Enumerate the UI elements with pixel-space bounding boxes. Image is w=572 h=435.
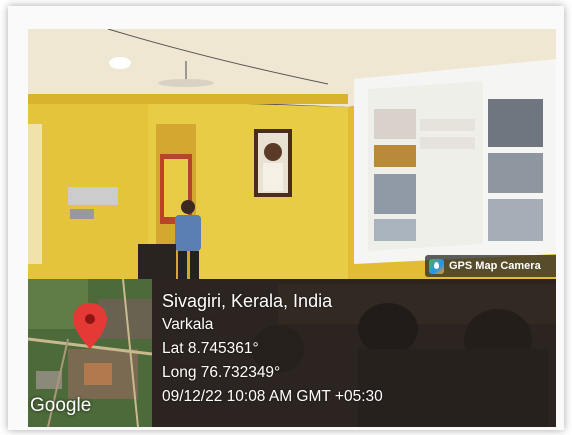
gps-map-camera-badge: GPS Map Camera — [425, 255, 556, 277]
geotagged-photo: GPS Map Camera Google Sivagiri, Kerala, … — [28, 29, 556, 427]
photo-frame: GPS Map Camera Google Sivagiri, Kerala, … — [8, 6, 564, 430]
gps-map-camera-logo-icon — [429, 258, 444, 274]
latitude: Lat 8.745361° — [162, 340, 259, 357]
longitude: Long 76.732349° — [162, 364, 281, 381]
wall-portrait — [254, 129, 292, 197]
location-info-panel: Google Sivagiri, Kerala, India Varkala L… — [28, 279, 556, 427]
app-name: GPS Map Camera — [449, 260, 541, 272]
timestamp: 09/12/22 10:08 AM GMT +05:30 — [162, 388, 383, 405]
projection-screen — [354, 59, 556, 264]
city-name: Varkala — [162, 316, 214, 333]
map-thumbnail: Google — [28, 279, 152, 427]
location-details: Sivagiri, Kerala, India Varkala Lat 8.74… — [162, 289, 383, 409]
place-name: Sivagiri, Kerala, India — [162, 291, 333, 311]
google-logo: Google — [30, 395, 92, 416]
